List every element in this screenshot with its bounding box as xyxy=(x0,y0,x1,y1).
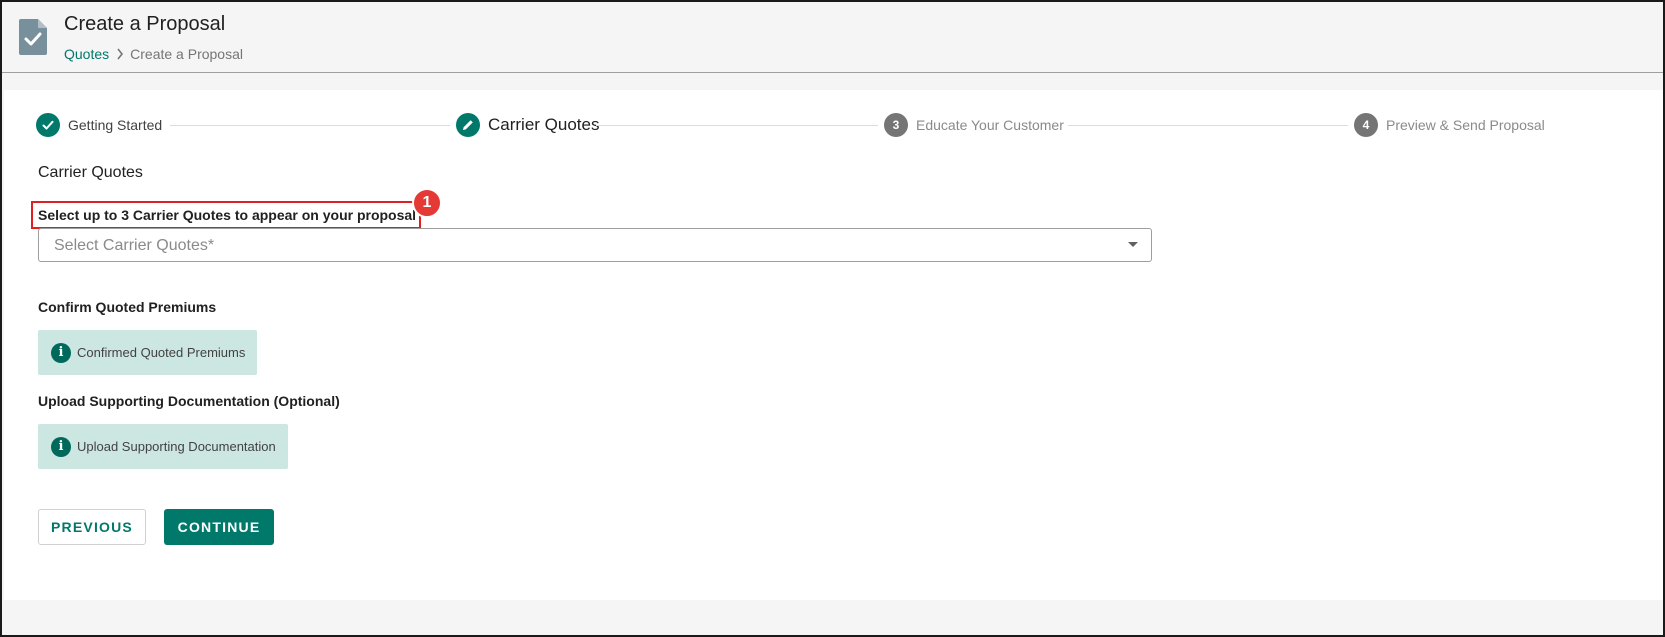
step-number: 4 xyxy=(1354,113,1378,137)
upload-documentation-heading: Upload Supporting Documentation (Optiona… xyxy=(38,393,340,409)
select-instruction-label: Select up to 3 Carrier Quotes to appear … xyxy=(38,207,417,223)
page-title: Create a Proposal xyxy=(64,13,226,35)
breadcrumb-current: Create a Proposal xyxy=(130,46,243,62)
step-getting-started[interactable]: Getting Started xyxy=(36,113,162,137)
step-label: Getting Started xyxy=(68,117,163,133)
step-label: Preview & Send Proposal xyxy=(1386,117,1545,133)
section-title: Carrier Quotes xyxy=(38,164,143,181)
pencil-icon xyxy=(456,113,480,137)
select-placeholder: Select Carrier Quotes* xyxy=(54,237,215,254)
step-number: 3 xyxy=(884,113,908,137)
step-carrier-quotes[interactable]: Carrier Quotes xyxy=(456,113,599,137)
step-label: Educate Your Customer xyxy=(916,117,1064,133)
step-connector xyxy=(596,125,878,126)
document-check-icon xyxy=(19,19,47,55)
button-label: Confirmed Quoted Premiums xyxy=(77,345,246,360)
step-connector xyxy=(1068,125,1348,126)
upload-supporting-documentation-button[interactable]: i Upload Supporting Documentation xyxy=(38,424,288,469)
confirm-premiums-heading: Confirm Quoted Premiums xyxy=(38,299,217,315)
chevron-right-icon xyxy=(116,48,124,60)
app-window: Create a Proposal Quotes Create a Propos… xyxy=(0,0,1665,637)
proposal-card: Getting Started Carrier Quotes 3 Educate… xyxy=(4,90,1663,600)
step-preview-send-proposal[interactable]: 4 Preview & Send Proposal xyxy=(1354,113,1545,137)
breadcrumb: Quotes Create a Proposal xyxy=(64,46,243,62)
caret-down-icon xyxy=(1128,242,1138,247)
info-icon: i xyxy=(51,436,71,457)
annotation-badge: 1 xyxy=(412,188,442,218)
info-icon: i xyxy=(51,342,71,363)
carrier-quotes-select[interactable]: Select Carrier Quotes* xyxy=(38,228,1152,262)
previous-button[interactable]: PREVIOUS xyxy=(38,509,146,545)
continue-button[interactable]: CONTINUE xyxy=(164,509,274,545)
breadcrumb-link-quotes[interactable]: Quotes xyxy=(64,46,109,62)
step-educate-your-customer[interactable]: 3 Educate Your Customer xyxy=(884,113,1064,137)
step-connector xyxy=(170,125,450,126)
confirmed-quoted-premiums-button[interactable]: i Confirmed Quoted Premiums xyxy=(38,330,258,375)
button-label: Upload Supporting Documentation xyxy=(77,439,276,454)
page-header: Create a Proposal Quotes Create a Propos… xyxy=(2,2,1663,73)
check-icon xyxy=(36,113,60,137)
step-label: Carrier Quotes xyxy=(488,115,600,134)
